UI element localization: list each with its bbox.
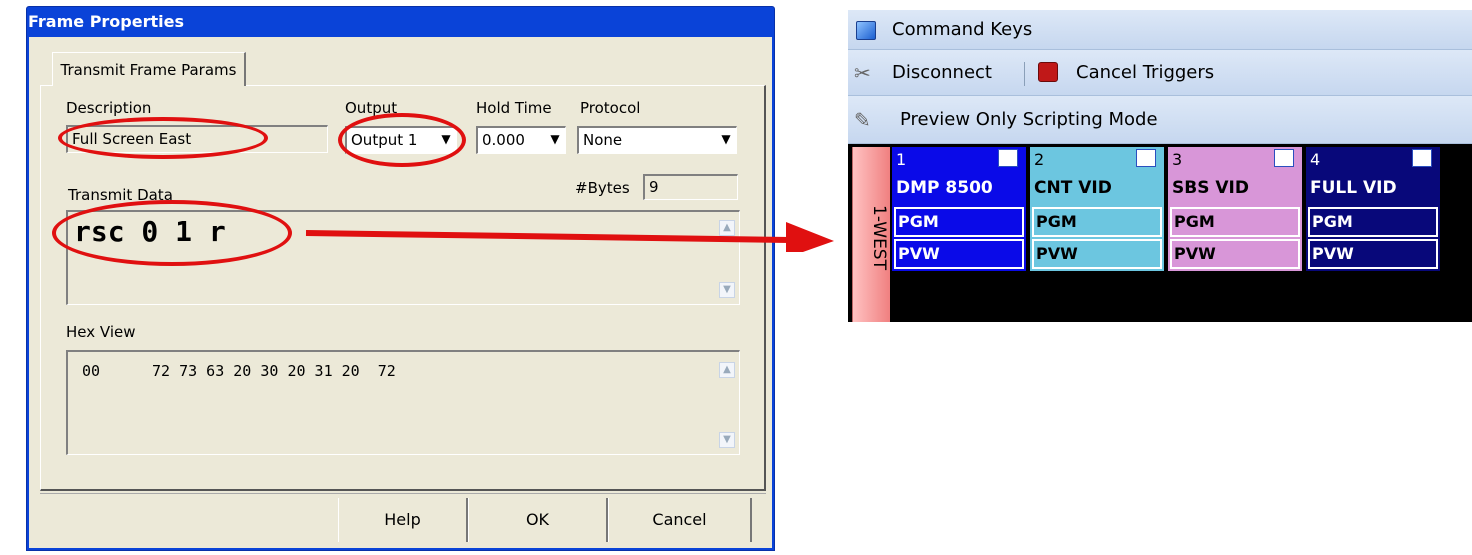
pgm-button[interactable]: PGM xyxy=(894,207,1024,237)
toolbar-separator xyxy=(1024,62,1025,86)
bytes-field[interactable]: 9 xyxy=(643,174,738,200)
command-key-tile[interactable]: 3 SBS VID PGM PVW xyxy=(1168,147,1302,271)
grid-icon[interactable] xyxy=(998,149,1018,167)
description-label: Description xyxy=(66,99,152,117)
button-bar-divider xyxy=(40,493,766,494)
pvw-button[interactable]: PVW xyxy=(1308,239,1438,269)
grid-icon[interactable] xyxy=(1412,149,1432,167)
protocol-dropdown-arrow-icon[interactable]: ▼ xyxy=(716,128,736,153)
protocol-label: Protocol xyxy=(580,99,641,117)
bytes-value: 9 xyxy=(649,178,659,196)
tile-name: SBS VID xyxy=(1172,178,1249,198)
hex-view-label: Hex View xyxy=(66,323,136,341)
annotation-arrow xyxy=(305,222,834,252)
tile-number: 4 xyxy=(1310,150,1321,169)
cancel-button[interactable]: Cancel xyxy=(608,498,752,542)
command-key-tile[interactable]: 4 FULL VID PGM PVW xyxy=(1306,147,1440,271)
scroll-down-icon[interactable]: ▼ xyxy=(719,282,735,298)
preview-mode-row: ✎ Preview Only Scripting Mode xyxy=(848,96,1472,144)
command-keys-icon xyxy=(856,21,876,40)
pgm-button[interactable]: PGM xyxy=(1032,207,1162,237)
grid-icon[interactable] xyxy=(1274,149,1294,167)
preview-mode-icon: ✎ xyxy=(854,108,871,132)
scroll-down-icon[interactable]: ▼ xyxy=(719,432,735,448)
hold-time-select[interactable]: 0.000 ▼ xyxy=(476,126,566,154)
hex-bytes: 72 73 63 20 30 20 31 20 72 xyxy=(152,362,396,380)
hex-offset: 00 xyxy=(82,362,101,380)
pvw-button[interactable]: PVW xyxy=(1032,239,1162,269)
side-tab-label: 1-WEST xyxy=(869,205,889,270)
bytes-label: #Bytes xyxy=(575,179,630,197)
pvw-button[interactable]: PVW xyxy=(1170,239,1300,269)
tile-name: DMP 8500 xyxy=(896,178,993,198)
output-label: Output xyxy=(345,99,398,117)
help-button[interactable]: Help xyxy=(338,498,468,542)
scroll-up-icon[interactable]: ▲ xyxy=(719,362,735,378)
hex-view-textarea[interactable]: 00 72 73 63 20 30 20 31 20 72 ▲ ▼ xyxy=(66,350,740,455)
command-toolbar: ✂ Disconnect Cancel Triggers xyxy=(848,50,1472,96)
command-keys-title: Command Keys xyxy=(892,19,1033,40)
grid-icon[interactable] xyxy=(1136,149,1156,167)
cancel-triggers-icon xyxy=(1038,62,1058,82)
transmit-data-value: rsc 0 1 r xyxy=(74,215,226,248)
output-dropdown-arrow-icon[interactable]: ▼ xyxy=(436,128,456,153)
window-title: Frame Properties xyxy=(28,12,184,31)
tile-number: 3 xyxy=(1172,150,1183,169)
side-tab-1-west[interactable]: 1-WEST xyxy=(852,147,890,322)
cancel-triggers-button[interactable]: Cancel Triggers xyxy=(1076,50,1214,96)
command-key-tile[interactable]: 2 CNT VID PGM PVW xyxy=(1030,147,1164,271)
hold-time-dropdown-arrow-icon[interactable]: ▼ xyxy=(545,128,565,153)
tile-number: 1 xyxy=(896,150,907,169)
command-keys-header: Command Keys xyxy=(848,10,1472,50)
pvw-button[interactable]: PVW xyxy=(894,239,1024,269)
protocol-value: None xyxy=(583,131,623,149)
tile-name: FULL VID xyxy=(1310,178,1397,198)
pgm-button[interactable]: PGM xyxy=(1170,207,1300,237)
tile-name: CNT VID xyxy=(1034,178,1112,198)
hold-time-label: Hold Time xyxy=(476,99,552,117)
output-select[interactable]: Output 1 ▼ xyxy=(345,126,457,154)
command-key-tile[interactable]: 1 DMP 8500 PGM PVW xyxy=(892,147,1026,271)
tile-number: 2 xyxy=(1034,150,1045,169)
pgm-button[interactable]: PGM xyxy=(1308,207,1438,237)
disconnect-icon: ✂ xyxy=(854,61,871,85)
disconnect-button[interactable]: Disconnect xyxy=(892,50,992,96)
tab-transmit-frame-params[interactable]: Transmit Frame Params xyxy=(52,52,246,86)
transmit-data-label: Transmit Data xyxy=(68,186,173,204)
protocol-select[interactable]: None ▼ xyxy=(577,126,737,154)
description-value: Full Screen East xyxy=(72,130,192,148)
preview-mode-label[interactable]: Preview Only Scripting Mode xyxy=(900,96,1158,144)
ok-button[interactable]: OK xyxy=(468,498,608,542)
description-field[interactable]: Full Screen East xyxy=(66,125,328,153)
